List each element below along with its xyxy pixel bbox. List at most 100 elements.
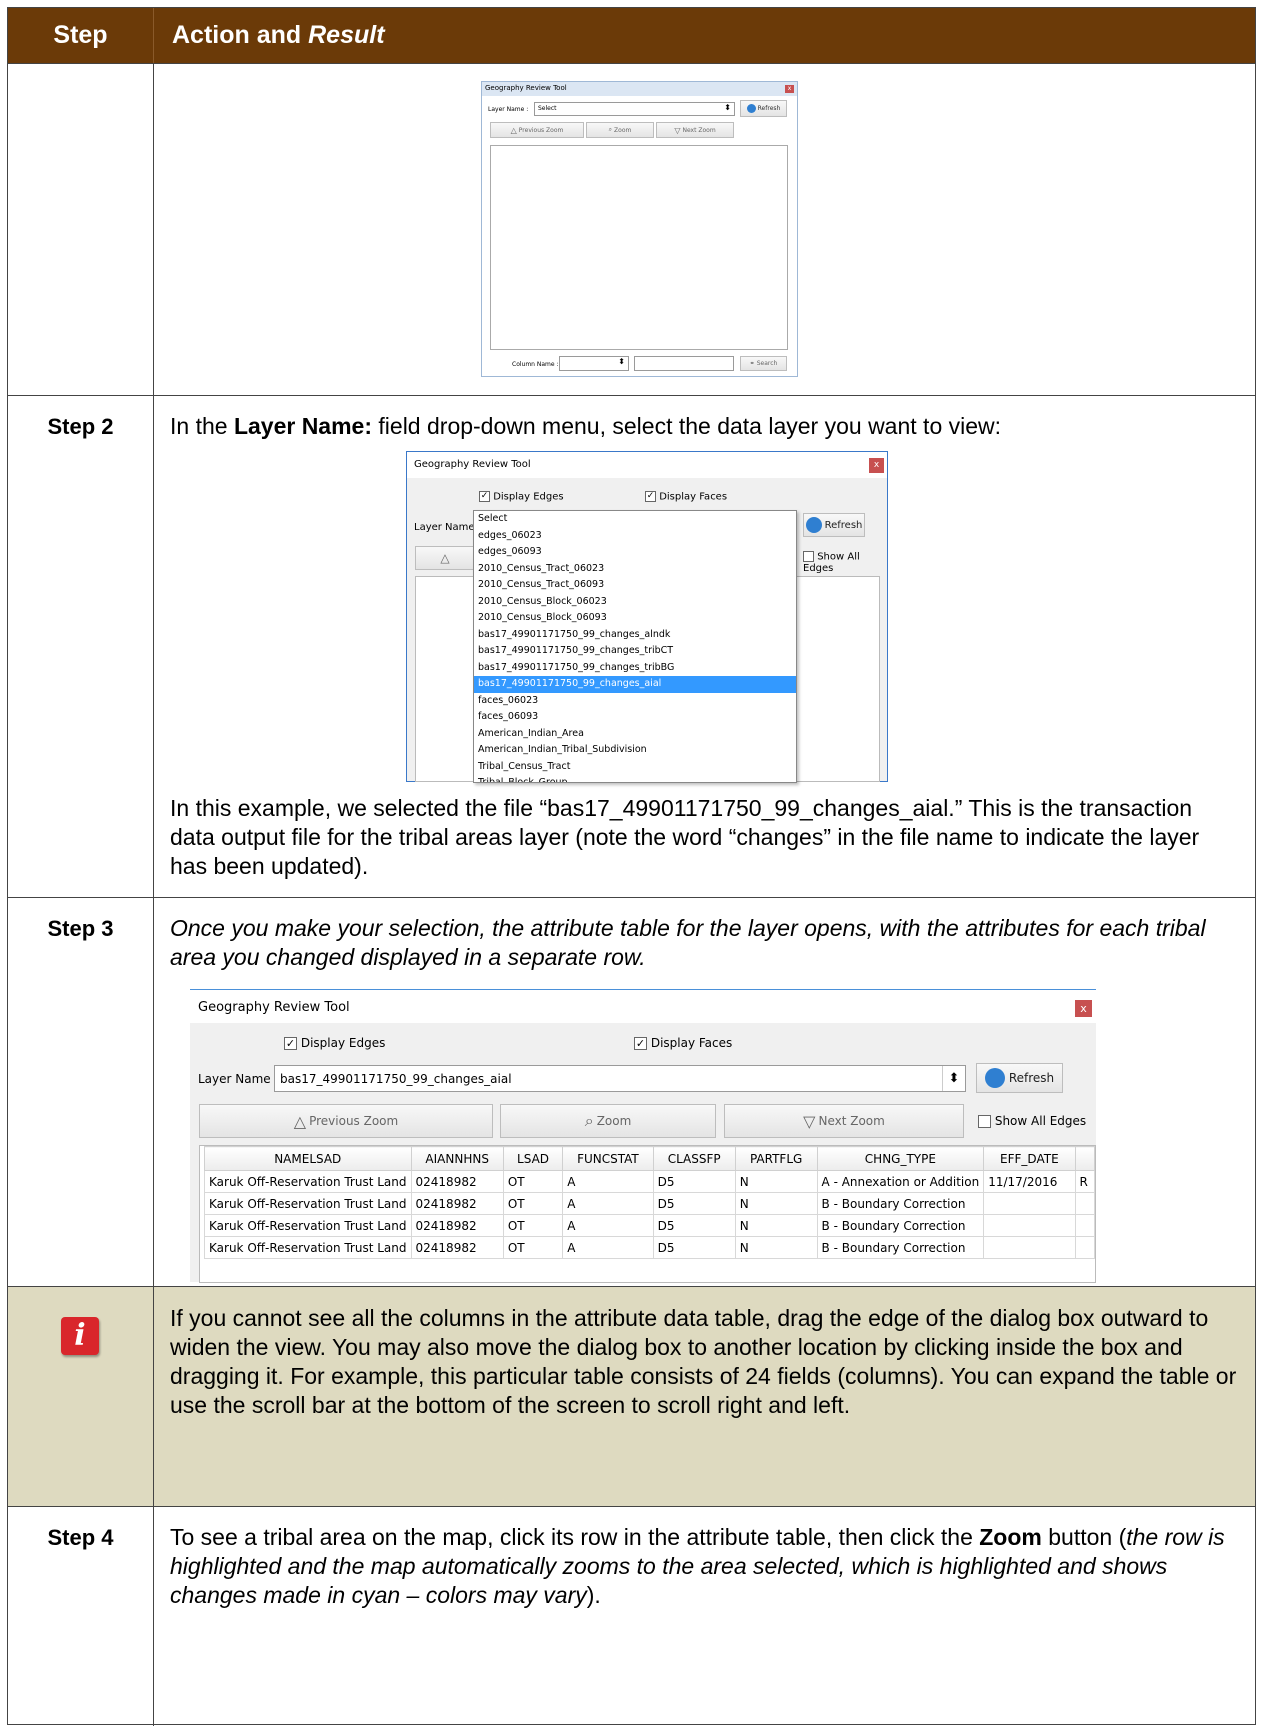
search-value-input[interactable] (634, 356, 734, 371)
dropdown-option[interactable]: edges_06023 (474, 528, 796, 545)
checkbox-icon (803, 551, 814, 562)
checkbox-icon (978, 1115, 991, 1128)
table-cell: D5 (652, 1214, 736, 1237)
table-cell: A - Annexation or Addition (816, 1170, 985, 1193)
table-cell: N (734, 1214, 818, 1237)
table-cell: B - Boundary Correction (816, 1192, 985, 1215)
dropdown-option[interactable]: 2010_Census_Tract_06093 (474, 577, 796, 594)
table-cell: OT (502, 1236, 564, 1259)
step-label: Step 3 (47, 916, 114, 941)
table-cell: Karuk Off-Reservation Trust Land (204, 1170, 412, 1193)
next-zoom-button[interactable]: ▽ Next Zoom (656, 122, 734, 138)
layer-name-dropdown-list[interactable]: Select edges_06023 edges_06093 2010_Census_… (473, 510, 797, 783)
dropdown-option[interactable]: bas17_49901171750_99_changes_alndk (474, 627, 796, 644)
checkbox-checked-icon: ✓ (634, 1037, 647, 1050)
table-cell: D5 (652, 1170, 736, 1193)
checkbox-checked-icon: ✓ (284, 1037, 297, 1050)
previous-zoom-button[interactable]: △ Previous Zoom (490, 122, 584, 138)
layer-name-label: Layer Name : (488, 106, 529, 113)
previous-zoom-button[interactable]: △ Previous Zoom (199, 1104, 493, 1138)
row-initial-dialog: Geography Review Tool x Layer Name : Sel… (8, 64, 1255, 396)
column-header[interactable]: NAMELSAD (204, 1146, 412, 1171)
dropdown-option[interactable]: American_Indian_Area (474, 726, 796, 743)
dropdown-option[interactable]: Tribal_Block_Group (474, 775, 796, 782)
layer-name-label: Layer Name : (414, 522, 482, 533)
dropdown-option[interactable]: 2010_Census_Tract_06023 (474, 561, 796, 578)
dropdown-option[interactable]: Select (474, 511, 796, 528)
table-cell: D5 (652, 1236, 736, 1259)
close-icon[interactable]: x (785, 85, 794, 93)
search-button[interactable]: ⚭ Search (740, 356, 787, 371)
show-all-edges-checkbox[interactable]: Show All Edges (803, 551, 887, 574)
table-cell: 02418982 (410, 1214, 504, 1237)
step-2-explanation: In this example, we selected the file “b… (170, 795, 1200, 879)
column-header[interactable]: EFF_DATE (983, 1146, 1076, 1171)
step-label: Step 4 (47, 1525, 114, 1550)
dialog-title: Geography Review Tool (198, 1000, 350, 1015)
table-row[interactable]: Karuk Off-Reservation Trust Land 02418982… (204, 1236, 1095, 1259)
dialog-title: Geography Review Tool (485, 84, 567, 92)
refresh-icon (984, 1068, 1005, 1088)
row-note: i If you cannot see all the columns in t… (8, 1287, 1255, 1507)
display-faces-checkbox[interactable]: ✓ Display Faces (634, 1036, 732, 1050)
table-cell: 02418982 (410, 1192, 504, 1215)
triangle-up-icon: △ (293, 1111, 307, 1131)
attribute-table-empty[interactable] (490, 145, 788, 350)
step-label: Step 2 (47, 414, 114, 439)
column-name-select[interactable]: ⬍ (559, 356, 629, 371)
column-header[interactable]: FUNCSTAT (562, 1146, 654, 1171)
display-edges-checkbox[interactable]: ✓ Display Edges (284, 1036, 385, 1050)
refresh-button[interactable]: Refresh (803, 513, 865, 537)
table-cell: B - Boundary Correction (816, 1236, 985, 1259)
attribute-table[interactable]: NAMELSAD AIANNHNS LSAD FUNCSTAT CLASSFP PARTF… (199, 1145, 1096, 1283)
triangle-up-icon: △ (510, 125, 517, 135)
next-zoom-button[interactable]: ▽ Next Zoom (724, 1104, 964, 1138)
spinner-icon: ⬍ (942, 1066, 965, 1091)
table-cell: OT (502, 1214, 564, 1237)
row-step-4: Step 4 To see a tribal area on the map, … (8, 1507, 1255, 1726)
refresh-button[interactable]: Refresh (976, 1063, 1063, 1093)
show-all-edges-checkbox[interactable]: Show All Edges (978, 1114, 1086, 1128)
table-cell: Karuk Off-Reservation Trust Land (204, 1192, 412, 1215)
dropdown-option[interactable]: faces_06093 (474, 709, 796, 726)
close-icon[interactable]: x (1075, 1000, 1092, 1017)
table-row[interactable]: Karuk Off-Reservation Trust Land 02418982… (204, 1170, 1095, 1193)
table-cell: OT (502, 1170, 564, 1193)
zoom-button[interactable]: ⌕ Zoom (500, 1104, 716, 1138)
table-row[interactable]: Karuk Off-Reservation Trust Land 02418982… (204, 1192, 1095, 1215)
dropdown-option[interactable]: bas17_49901171750_99_changes_tribBG (474, 660, 796, 677)
step-3-instruction: Once you make your selection, the attrib… (170, 915, 1206, 970)
table-cell: A (562, 1236, 654, 1259)
column-header[interactable]: AIANNHNS (410, 1146, 504, 1171)
column-header[interactable]: LSAD (502, 1146, 564, 1171)
dropdown-option[interactable]: American_Indian_Tribal_Subdivision (474, 742, 796, 759)
dropdown-option[interactable]: faces_06023 (474, 693, 796, 710)
column-header[interactable]: CLASSFP (652, 1146, 736, 1171)
close-icon[interactable]: x (869, 458, 884, 473)
table-cell: D5 (652, 1192, 736, 1215)
dropdown-option[interactable]: bas17_49901171750_99_changes_tribCT (474, 643, 796, 660)
refresh-button[interactable]: Refresh (740, 100, 787, 117)
display-faces-checkbox[interactable]: ✓ Display Faces (645, 491, 727, 503)
previous-zoom-button[interactable]: △ (415, 546, 475, 570)
table-cell (983, 1214, 1076, 1237)
display-edges-checkbox[interactable]: ✓ Display Edges (479, 491, 564, 503)
table-cell: N (734, 1192, 818, 1215)
layer-name-select[interactable]: Select ⬍ (534, 102, 735, 116)
column-name-label: Column Name : (512, 361, 559, 368)
dropdown-option[interactable]: 2010_Census_Block_06023 (474, 594, 796, 611)
zoom-button[interactable]: ⌕ Zoom (586, 122, 654, 138)
column-header[interactable] (1074, 1146, 1095, 1171)
table-cell: A (562, 1170, 654, 1193)
row-step-3: Step 3 Once you make your selection, the… (8, 898, 1255, 1287)
column-header[interactable]: PARTFLG (734, 1146, 818, 1171)
table-cell: R (1074, 1170, 1095, 1193)
table-cell: Karuk Off-Reservation Trust Land (204, 1236, 412, 1259)
column-header[interactable]: CHNG_TYPE (816, 1146, 985, 1171)
dropdown-option[interactable]: bas17_49901171750_99_changes_aial (474, 676, 796, 693)
dropdown-option[interactable]: Tribal_Census_Tract (474, 759, 796, 776)
dropdown-option[interactable]: 2010_Census_Block_06093 (474, 610, 796, 627)
dropdown-option[interactable]: edges_06093 (474, 544, 796, 561)
table-row[interactable]: Karuk Off-Reservation Trust Land 02418982… (204, 1214, 1095, 1237)
layer-name-select[interactable]: bas17_49901171750_99_changes_aial ⬍ (274, 1065, 966, 1092)
